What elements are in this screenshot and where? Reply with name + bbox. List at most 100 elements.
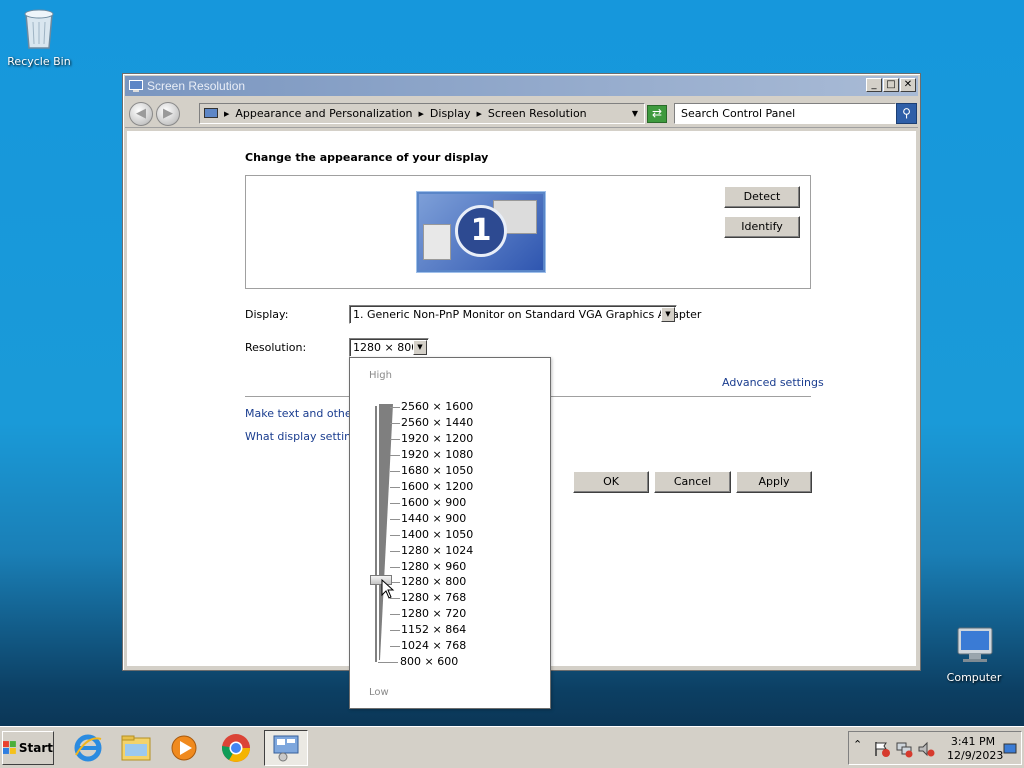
search-input[interactable]: Search Control Panel bbox=[674, 103, 896, 124]
display-label: Display: bbox=[245, 308, 289, 321]
close-button[interactable]: ✕ bbox=[900, 78, 916, 92]
monitor-1-icon[interactable]: 1 bbox=[417, 192, 545, 272]
slider-tick bbox=[390, 407, 400, 408]
media-player-button[interactable] bbox=[162, 730, 206, 766]
slider-track[interactable] bbox=[375, 406, 377, 662]
resolution-option[interactable]: 1280 × 1024 bbox=[401, 544, 473, 557]
recycle-bin-icon bbox=[24, 9, 54, 49]
chevron-down-icon[interactable]: ▼ bbox=[413, 340, 427, 355]
resolution-option[interactable]: 1440 × 900 bbox=[401, 512, 466, 525]
apply-button[interactable]: Apply bbox=[736, 471, 812, 493]
display-settings-icon bbox=[129, 80, 143, 92]
slider-tick bbox=[390, 439, 400, 440]
show-desktop-icon[interactable] bbox=[1003, 740, 1017, 758]
action-center-flag-icon[interactable] bbox=[873, 740, 891, 758]
ok-button[interactable]: OK bbox=[573, 471, 649, 493]
slider-tick bbox=[378, 662, 398, 663]
resolution-option[interactable]: 1920 × 1080 bbox=[401, 448, 473, 461]
resolution-option[interactable]: 1400 × 1050 bbox=[401, 528, 473, 541]
control-panel-icon bbox=[204, 107, 218, 118]
breadcrumb-display[interactable]: Display bbox=[430, 107, 471, 120]
title-bar[interactable]: Screen Resolution _ □ ✕ bbox=[125, 76, 918, 96]
display-select[interactable]: 1. Generic Non-PnP Monitor on Standard V… bbox=[349, 305, 701, 324]
file-explorer-icon bbox=[121, 735, 151, 761]
resolution-select-value: 1280 × 800 bbox=[353, 341, 419, 354]
chevron-down-icon[interactable]: ▼ bbox=[632, 109, 638, 118]
navigation-bar: ◀ ▶ ▶ Appearance and Personalization ▶ D… bbox=[125, 98, 918, 128]
display-settings-help-link[interactable]: What display settings bbox=[245, 430, 364, 443]
detect-button[interactable]: Detect bbox=[724, 186, 800, 208]
control-panel-icon bbox=[273, 735, 299, 762]
resolution-option[interactable]: 1280 × 800 bbox=[401, 575, 466, 588]
cancel-button[interactable]: Cancel bbox=[654, 471, 731, 493]
resolution-option[interactable]: 1920 × 1200 bbox=[401, 432, 473, 445]
maximize-button[interactable]: □ bbox=[883, 78, 899, 92]
computer[interactable]: Computer bbox=[934, 626, 1014, 684]
computer-icon bbox=[957, 627, 993, 662]
internet-explorer-button[interactable] bbox=[66, 730, 110, 766]
resolution-option[interactable]: 1280 × 768 bbox=[401, 591, 466, 604]
address-bar[interactable]: ▶ Appearance and Personalization ▶ Displ… bbox=[199, 103, 645, 124]
search-icon[interactable]: ⚲ bbox=[896, 103, 917, 124]
clock-time: 3:41 PM bbox=[950, 735, 996, 748]
resolution-option[interactable]: 2560 × 1440 bbox=[401, 416, 473, 429]
slider-tick bbox=[390, 455, 400, 456]
slider-tick bbox=[390, 614, 400, 615]
slider-tick bbox=[390, 423, 400, 424]
display-select-value: 1. Generic Non-PnP Monitor on Standard V… bbox=[353, 308, 702, 321]
start-label: Start bbox=[18, 741, 53, 755]
recycle-bin[interactable]: Recycle Bin bbox=[0, 6, 79, 68]
chevron-down-icon[interactable]: ▼ bbox=[661, 307, 675, 322]
chevron-right-icon[interactable]: ▶ bbox=[224, 110, 229, 118]
chrome-button[interactable] bbox=[214, 730, 258, 766]
window-title: Screen Resolution bbox=[147, 79, 246, 93]
resolution-option[interactable]: 2560 × 1600 bbox=[401, 400, 473, 413]
file-explorer-button[interactable] bbox=[114, 730, 158, 766]
breadcrumb-screen-resolution[interactable]: Screen Resolution bbox=[488, 107, 587, 120]
monitor-number: 1 bbox=[455, 205, 507, 257]
page-title: Change the appearance of your display bbox=[245, 151, 489, 164]
slider-tick bbox=[390, 567, 400, 568]
monitor-preview-box: 1 Detect Identify bbox=[245, 175, 811, 289]
resolution-option[interactable]: 1152 × 864 bbox=[401, 623, 466, 636]
chevron-right-icon[interactable]: ▶ bbox=[419, 110, 424, 118]
breadcrumb-appearance[interactable]: Appearance and Personalization bbox=[235, 107, 412, 120]
slider-tick bbox=[390, 551, 400, 552]
slider-tick bbox=[390, 630, 400, 631]
slider-wedge bbox=[379, 404, 393, 660]
resolution-dropdown: High 2560 × 1600 2560 × 1440 1920 × 1200 19… bbox=[349, 357, 551, 709]
resolution-option[interactable]: 1680 × 1050 bbox=[401, 464, 473, 477]
resolution-option[interactable]: 1024 × 768 bbox=[401, 639, 466, 652]
media-player-icon bbox=[171, 735, 197, 761]
forward-button[interactable]: ▶ bbox=[156, 102, 180, 126]
slider-tick bbox=[390, 503, 400, 504]
resolution-option[interactable]: 1600 × 1200 bbox=[401, 480, 473, 493]
internet-explorer-icon bbox=[74, 734, 102, 762]
resolution-option[interactable]: 1600 × 900 bbox=[401, 496, 466, 509]
slider-tick bbox=[390, 487, 400, 488]
refresh-button[interactable]: ⇄ bbox=[647, 105, 667, 123]
chevron-right-icon[interactable]: ▶ bbox=[476, 110, 481, 118]
minimize-button[interactable]: _ bbox=[866, 78, 882, 92]
identify-button[interactable]: Identify bbox=[724, 216, 800, 238]
resolution-option[interactable]: 1280 × 720 bbox=[401, 607, 466, 620]
resolution-option[interactable]: 800 × 600 bbox=[400, 655, 458, 668]
start-button[interactable]: Start bbox=[2, 731, 54, 765]
resolution-select[interactable]: 1280 × 800 ▼ bbox=[349, 338, 429, 357]
system-tray: ⌃ 3:41 PM 12/9/2023 bbox=[848, 731, 1022, 765]
low-label: Low bbox=[369, 687, 389, 698]
control-panel-button[interactable] bbox=[264, 730, 308, 766]
resolution-option[interactable]: 1280 × 960 bbox=[401, 560, 466, 573]
slider-tick bbox=[390, 646, 400, 647]
volume-muted-icon[interactable] bbox=[917, 740, 935, 758]
network-icon[interactable] bbox=[895, 740, 913, 758]
advanced-settings-link[interactable]: Advanced settings bbox=[722, 376, 824, 389]
windows-logo-icon bbox=[3, 741, 16, 754]
slider-tick bbox=[390, 471, 400, 472]
back-button[interactable]: ◀ bbox=[129, 102, 153, 126]
show-hidden-icons-icon[interactable]: ⌃ bbox=[853, 738, 871, 756]
window-thumbnail bbox=[423, 224, 451, 260]
clock[interactable]: 3:41 PM 12/9/2023 bbox=[947, 735, 1004, 763]
clock-date: 12/9/2023 bbox=[947, 749, 1004, 762]
chrome-icon bbox=[222, 734, 250, 762]
